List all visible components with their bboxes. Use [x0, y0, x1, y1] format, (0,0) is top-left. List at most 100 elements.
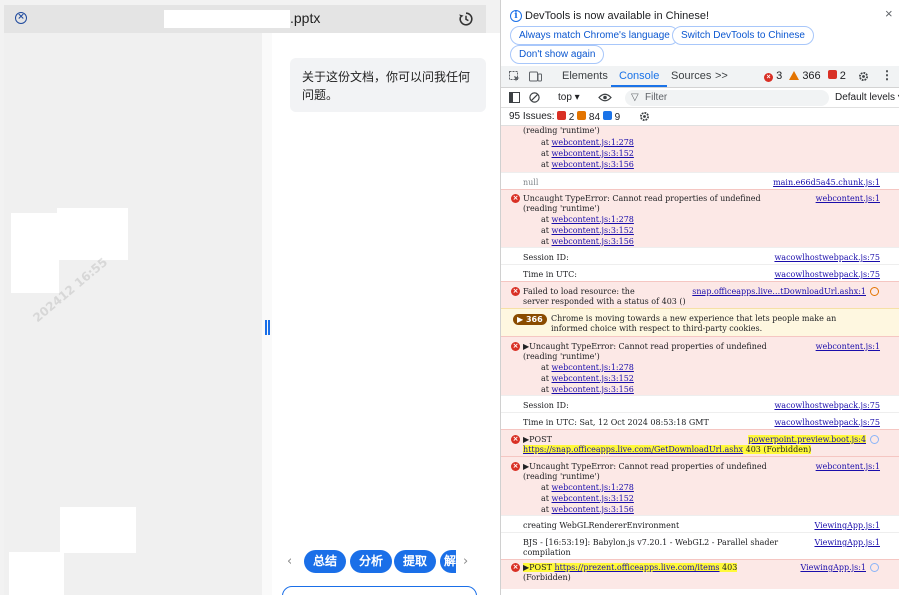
message-text: creating WebGLRendererEnvironment: [523, 521, 680, 530]
source-link[interactable]: webcontent.js:1: [816, 194, 880, 203]
network-icon[interactable]: [870, 435, 879, 444]
source-link[interactable]: webcontent.js:1: [816, 342, 880, 351]
devtools-tabbar: Elements Console Sources >> × 3 366 2 ⋮: [501, 66, 899, 88]
inspect-element-icon[interactable]: [509, 71, 520, 82]
request-url-link[interactable]: https://snap.officeapps.live.com/GetDown…: [523, 445, 743, 454]
screen: × .pptx 202412 16:55 关于这份文档，你可以问我任何问题。 ‹…: [0, 0, 899, 595]
analyze-button[interactable]: 分析: [350, 550, 393, 573]
source-link[interactable]: snap.officeapps.live…tDownloadUrl.ashx:1: [692, 287, 866, 296]
console-log-message: Time in UTC: Sat, 12 Oct 2024 08:53:18 G…: [501, 412, 899, 429]
document-viewer-pane: × .pptx 202412 16:55 关于这份文档，你可以问我任何问题。 ‹…: [0, 0, 500, 595]
message-text: BJS - [16:53:19]: Babylon.js v7.20.1 - W…: [523, 538, 779, 547]
message-text: Failed to load resource: the: [523, 287, 635, 296]
source-link[interactable]: main.e66d5a45.chunk.js:1: [773, 178, 880, 187]
console-error-message: × ▶POST https://prezent.officeapps.live.…: [501, 559, 899, 589]
console-error-message: × Uncaught TypeError: Cannot read proper…: [501, 189, 899, 247]
error-icon: ×: [511, 462, 520, 471]
console-log-message: Session ID: wacowlhostwebpack.js:75: [501, 395, 899, 412]
more-tabs-icon[interactable]: >>: [715, 70, 728, 82]
source-link[interactable]: wacowlhostwebpack.js:75: [774, 418, 880, 427]
message-text: null: [523, 178, 539, 187]
console-log-message: Session ID: wacowlhostwebpack.js:75: [501, 247, 899, 264]
message-text[interactable]: ▶Uncaught TypeError: Cannot read propert…: [523, 342, 767, 351]
console-error-message: (reading 'runtime') at webcontent.js:1:2…: [501, 126, 899, 172]
extract-button[interactable]: 提取: [394, 550, 437, 573]
issues-count: 2: [839, 70, 846, 82]
chat-input[interactable]: [282, 586, 477, 595]
message-text: compilation: [523, 548, 571, 557]
splitter-handle[interactable]: [265, 320, 270, 335]
close-icon[interactable]: ×: [885, 6, 893, 21]
close-icon[interactable]: ×: [15, 12, 27, 24]
quick-action-row: ‹ 总结 分析 提取 解 ›: [285, 550, 499, 574]
request-url-link[interactable]: https://prezent.officeapps.live.com/item…: [554, 563, 719, 572]
gear-icon[interactable]: [639, 111, 650, 122]
pane-splitter[interactable]: [262, 33, 272, 595]
issue-warning-count: 84: [588, 112, 601, 123]
sidebar-toggle-icon[interactable]: [509, 92, 520, 103]
match-language-button[interactable]: Always match Chrome's language: [510, 26, 679, 45]
redacted-block: [57, 208, 128, 260]
message-text: (reading 'runtime'): [523, 352, 600, 361]
console-error-message: × ▶Uncaught TypeError: Cannot read prope…: [501, 336, 899, 395]
log-levels-dropdown[interactable]: Default levels ▾: [835, 92, 899, 103]
stack-frame: at webcontent.js:3:152: [541, 494, 634, 503]
network-icon[interactable]: [870, 563, 879, 572]
request-toggle[interactable]: ▶POST: [523, 563, 554, 572]
gear-icon[interactable]: [858, 71, 869, 82]
console-warning-group[interactable]: ▶ 366 Chrome is moving towards a new exp…: [501, 308, 899, 336]
tab-elements[interactable]: Elements: [562, 70, 608, 82]
console-log: (reading 'runtime') at webcontent.js:1:2…: [501, 126, 899, 595]
issue-info-count: 9: [614, 112, 621, 123]
device-toolbar-icon[interactable]: [529, 71, 542, 82]
console-log-message: creating WebGLRendererEnvironment Viewin…: [501, 515, 899, 532]
stack-frame: at webcontent.js:1:278: [541, 483, 634, 492]
request-toggle[interactable]: ▶POST: [523, 435, 552, 444]
explain-button[interactable]: 解: [440, 550, 456, 573]
message-text[interactable]: ▶Uncaught TypeError: Cannot read propert…: [523, 462, 767, 471]
stack-frame: at webcontent.js:1:278: [541, 215, 634, 224]
message-text: Session ID:: [523, 401, 569, 410]
message-text: Chrome is moving towards a new experienc…: [551, 314, 837, 323]
filter-input[interactable]: ▽ Filter: [625, 90, 829, 106]
stack-frame: at webcontent.js:3:152: [541, 149, 634, 158]
active-tab-indicator: [611, 85, 667, 87]
error-warning-counts[interactable]: × 3 366 2: [764, 70, 846, 82]
console-error-message: × Failed to load resource: the snap.offi…: [501, 281, 899, 308]
source-link[interactable]: ViewingApp.js:1: [800, 563, 866, 572]
message-text: server responded with a status of 403 (): [523, 297, 686, 306]
redacted-block: [9, 552, 64, 595]
source-link[interactable]: wacowlhostwebpack.js:75: [774, 270, 880, 279]
issue-info-icon: [602, 111, 612, 120]
history-icon[interactable]: [458, 11, 474, 27]
chevron-right-icon[interactable]: ›: [463, 554, 468, 569]
error-count: 3: [776, 70, 783, 82]
source-link[interactable]: ViewingApp.js:1: [814, 538, 880, 547]
stack-frame: at webcontent.js:3:156: [541, 385, 634, 394]
chevron-left-icon[interactable]: ‹: [287, 554, 292, 569]
error-icon: ×: [511, 287, 520, 296]
source-link[interactable]: wacowlhostwebpack.js:75: [774, 253, 880, 262]
switch-language-button[interactable]: Switch DevTools to Chinese: [672, 26, 814, 45]
stack-frame: at webcontent.js:1:278: [541, 363, 634, 372]
dont-show-again-button[interactable]: Don't show again: [510, 45, 605, 64]
console-log-message: BJS - [16:53:19]: Babylon.js v7.20.1 - W…: [501, 532, 899, 559]
source-link[interactable]: powerpoint.preview.boot.js:4: [748, 435, 866, 444]
stack-frame: at webcontent.js:3:152: [541, 226, 634, 235]
error-icon: ×: [511, 342, 520, 351]
clear-console-icon[interactable]: [529, 92, 540, 103]
context-selector[interactable]: top ▾: [558, 92, 580, 103]
error-icon: ×: [764, 73, 773, 82]
network-icon[interactable]: [870, 287, 879, 296]
tab-sources[interactable]: Sources: [671, 70, 711, 82]
source-link[interactable]: webcontent.js:1: [816, 462, 880, 471]
source-link[interactable]: ViewingApp.js:1: [814, 521, 880, 530]
eye-icon[interactable]: [598, 93, 612, 102]
issues-bar[interactable]: 95 Issues: 2 84 9: [501, 108, 899, 126]
more-options-icon[interactable]: ⋮: [881, 68, 893, 82]
status-text: 403: [719, 563, 738, 572]
tab-console[interactable]: Console: [619, 70, 659, 82]
source-link[interactable]: wacowlhostwebpack.js:75: [774, 401, 880, 410]
summarize-button[interactable]: 总结: [304, 550, 347, 573]
console-toolbar: top ▾ ▽ Filter Default levels ▾: [501, 88, 899, 108]
